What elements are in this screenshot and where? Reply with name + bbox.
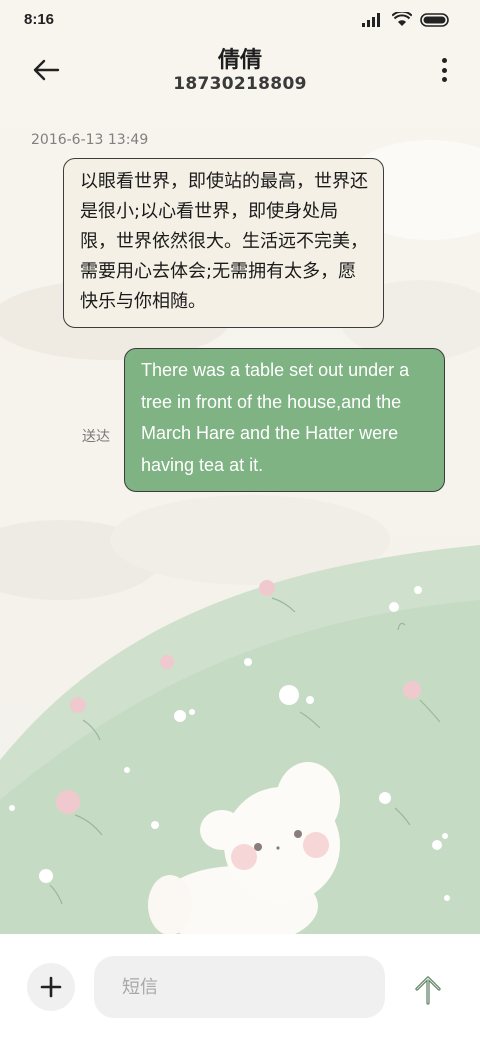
send-button[interactable]: [408, 970, 448, 1010]
contact-name: 倩倩: [217, 48, 262, 73]
more-options-button[interactable]: [436, 54, 452, 86]
chat-wallpaper: [0, 0, 480, 1040]
contact-number: 18730218809: [173, 74, 307, 94]
messaging-screen: 8:16 倩倩 18730218809 2016-6-13 13:49 以眼看世…: [0, 0, 480, 1040]
add-attachment-button[interactable]: [27, 963, 75, 1011]
message-timestamp: 2016-6-13 13:49: [31, 132, 149, 148]
sms-input[interactable]: [94, 956, 385, 1018]
signal-icon: [362, 12, 380, 27]
outgoing-message-bubble[interactable]: There was a table set out under a tree i…: [124, 348, 445, 492]
plus-icon: [40, 976, 62, 998]
delivery-status: 送达: [82, 429, 110, 445]
arrow-up-icon: [415, 976, 441, 1005]
conversation-header: 倩倩 18730218809: [0, 40, 480, 100]
status-bar: 8:16: [0, 0, 480, 44]
status-time: 8:16: [24, 11, 55, 28]
message-composer: [0, 934, 480, 1040]
wifi-icon: [392, 12, 412, 26]
status-icons: [362, 12, 450, 27]
more-vertical-icon: [441, 58, 447, 63]
incoming-message-bubble[interactable]: 以眼看世界，即使站的最高，世界还是很小;以心看世界，即使身处局限，世界依然很大。…: [63, 158, 384, 328]
battery-icon: [420, 12, 449, 27]
